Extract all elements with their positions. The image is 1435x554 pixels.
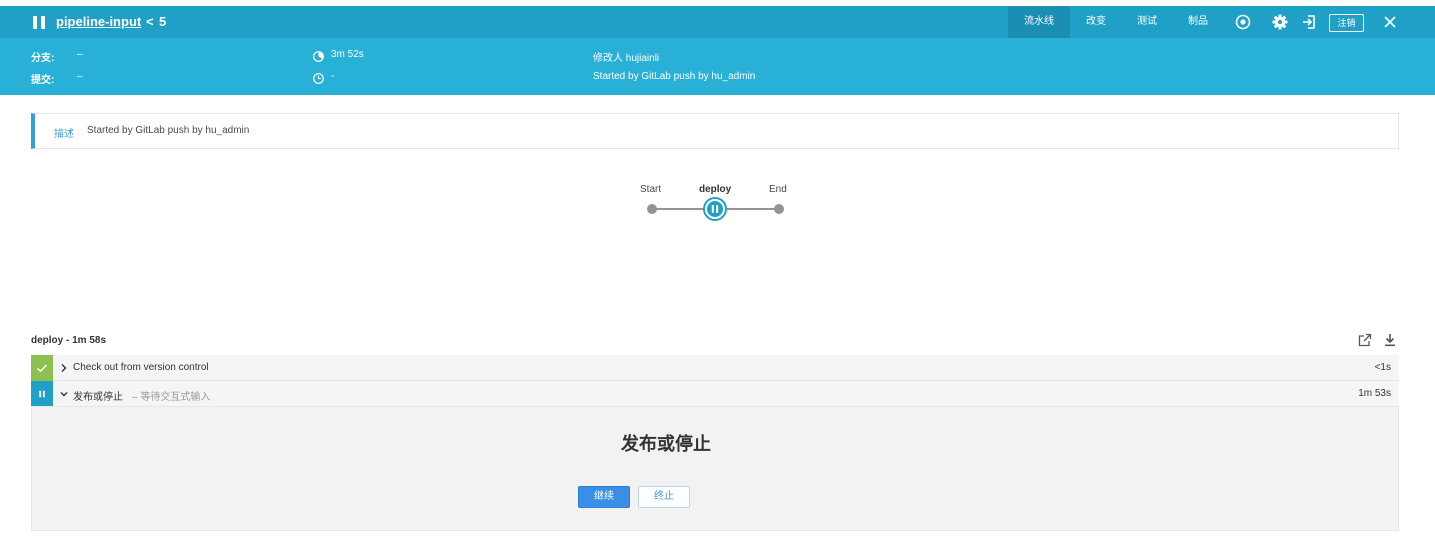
changes-by: 修改人 hujiainli: [593, 53, 660, 64]
success-status: [31, 355, 53, 381]
paused-status: [31, 381, 53, 407]
stage-title: deploy - 1m 58s: [31, 335, 107, 346]
download-icon[interactable]: [1383, 333, 1397, 347]
input-step-panel: 发布或停止 继续 终止: [31, 406, 1399, 531]
description-text: Started by GitLab push by hu_admin: [87, 125, 250, 136]
step-name: 发布或停止: [73, 392, 123, 403]
branch-value: –: [77, 49, 83, 60]
duration-icon: [313, 51, 324, 62]
step-duration: 1m 53s: [1358, 388, 1391, 399]
input-message: 发布或停止: [621, 434, 711, 454]
clock-icon: [313, 73, 324, 84]
pause-icon: [39, 390, 45, 398]
run-details-header: 分支: – 提交: – 3m 52s - 修改人 hujiainli Start…: [0, 38, 1435, 95]
pipeline-graph-lines: [647, 197, 784, 221]
tab-pipeline[interactable]: 流水线: [1008, 6, 1070, 38]
replay-icon[interactable]: [1234, 13, 1252, 31]
branch-label: 分支:: [31, 53, 55, 64]
top-bar: pipeline-input < 5 流水线 改变 测试 制品 注销: [0, 6, 1435, 38]
duration-value: 3m 52s: [331, 49, 364, 60]
step-waiting-note: – 等待交互式输入: [132, 392, 211, 403]
gear-icon[interactable]: [1271, 13, 1289, 31]
commit-value: –: [77, 71, 83, 82]
step-row-checkout[interactable]: Check out from version control <1s: [31, 355, 1399, 381]
open-external-icon[interactable]: [1358, 333, 1372, 347]
step-row-input[interactable]: 发布或停止 – 等待交互式输入 1m 53s: [31, 381, 1399, 407]
chevron-right-icon[interactable]: [59, 362, 69, 374]
started-value: -: [331, 71, 335, 82]
run-number: 5: [159, 14, 167, 29]
pipeline-name-link[interactable]: pipeline-input: [56, 14, 141, 29]
tab-changes[interactable]: 改变: [1078, 6, 1114, 38]
close-icon[interactable]: [1381, 13, 1399, 31]
start-node: [647, 204, 657, 214]
deploy-node-paused[interactable]: [703, 197, 727, 221]
commit-label: 提交:: [31, 75, 55, 86]
description-box: 描述 Started by GitLab push by hu_admin: [31, 113, 1399, 149]
tab-tests[interactable]: 测试: [1129, 6, 1165, 38]
pause-icon: [33, 16, 45, 29]
description-label: 描述: [54, 129, 74, 140]
run-separator: <: [146, 14, 154, 29]
abort-button[interactable]: 终止: [638, 486, 690, 508]
step-name: Check out from version control: [73, 362, 209, 373]
login-icon[interactable]: [1300, 13, 1318, 31]
proceed-button[interactable]: 继续: [578, 486, 630, 508]
chevron-down-icon[interactable]: [59, 388, 69, 400]
check-icon: [37, 364, 48, 373]
step-duration: <1s: [1374, 362, 1391, 373]
logout-button[interactable]: 注销: [1329, 14, 1364, 32]
pipeline-graph: Start deploy End: [620, 178, 820, 228]
tab-artifacts[interactable]: 制品: [1180, 6, 1216, 38]
run-cause: Started by GitLab push by hu_admin: [593, 71, 756, 82]
end-node: [774, 204, 784, 214]
